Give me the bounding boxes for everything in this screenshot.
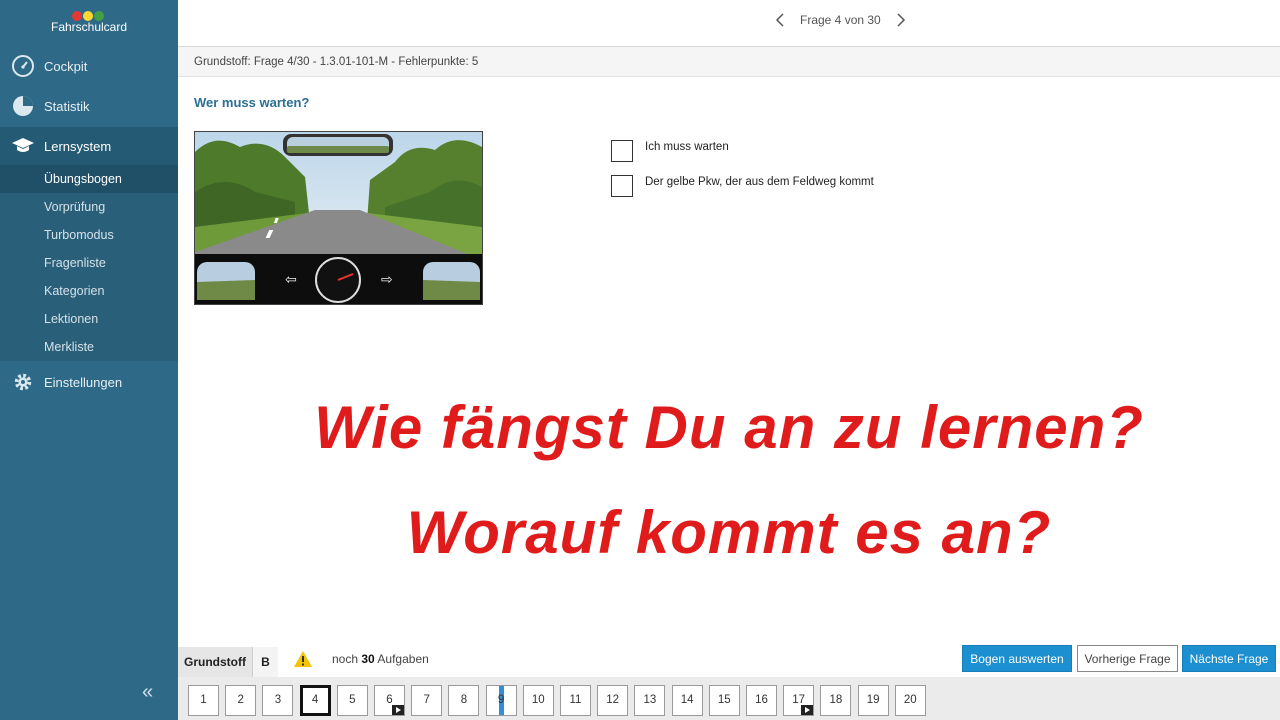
sidebar-subitem-lektionen[interactable]: Lektionen	[0, 305, 178, 333]
app-logo[interactable]: Fahrschulcard	[0, 0, 178, 46]
question-number-button[interactable]: 5	[336, 685, 368, 716]
remaining-prefix: noch	[332, 652, 359, 666]
question-number-button[interactable]: 17	[783, 685, 815, 716]
brand-name: Fahrschulcard	[50, 20, 128, 34]
answer-text-2: Der gelbe Pkw, der aus dem Feldweg kommt	[645, 176, 874, 188]
question-number-button[interactable]: 18	[820, 685, 852, 716]
sidebar-subitem-turbomodus[interactable]: Turbomodus	[0, 221, 178, 249]
sidebar-item-einstellungen[interactable]: Einstellungen	[0, 363, 178, 401]
question-info-bar: Grundstoff: Frage 4/30 - 1.3.01-101-M - …	[178, 47, 1280, 77]
sidebar-subitem-vorpruefung[interactable]: Vorprüfung	[0, 193, 178, 221]
answer-text-1: Ich muss warten	[645, 141, 729, 153]
sidebar-item-label: Statistik	[44, 98, 90, 114]
question-number-label: 16	[755, 694, 768, 706]
overlay-headline-2: Worauf kommt es an?	[406, 499, 1052, 566]
remaining-tasks: noch 30 Aufgaben	[332, 652, 429, 666]
question-number-label: 15	[717, 694, 731, 706]
question-number-button[interactable]: 20	[894, 685, 926, 716]
evaluate-sheet-button[interactable]: Bogen auswerten	[962, 645, 1072, 672]
question-number-label: 8	[460, 694, 468, 706]
sidebar-subitem-fragenliste[interactable]: Fragenliste	[0, 249, 178, 277]
question-number-button[interactable]: 11	[560, 685, 591, 716]
question-number-button[interactable]: 13	[634, 685, 666, 716]
pager-label: Frage 4 von 30	[800, 13, 881, 27]
question-info-text: Grundstoff: Frage 4/30 - 1.3.01-101-M - …	[194, 56, 479, 68]
video-play-icon	[392, 705, 404, 715]
question-number-label: 5	[349, 694, 356, 706]
remaining-suffix: Aufgaben	[377, 652, 429, 666]
sidebar-item-label: Lernsystem	[44, 138, 112, 154]
question-image: ⇦ ⇨	[194, 131, 483, 305]
sidebar-item-lernsystem[interactable]: Lernsystem	[0, 127, 178, 165]
answer-checkbox-1[interactable]	[611, 140, 633, 162]
double-chevron-left-icon[interactable]: «	[142, 681, 153, 704]
tab-class-b[interactable]: B	[253, 647, 278, 677]
sidebar-subitem-kategorien[interactable]: Kategorien	[0, 277, 178, 305]
question-number-bar: 1 2 3 4 5 6 7 8 9 10 11 12 13 14 15 16 17 18 19 20	[178, 677, 1280, 720]
question-number-label: 18	[829, 694, 843, 706]
answer-option-2: Der gelbe Pkw, der aus dem Feldweg kommt	[611, 175, 874, 197]
sidebar-item-cockpit[interactable]: Cockpit	[0, 47, 178, 85]
next-question-button[interactable]: Nächste Frage	[1182, 645, 1276, 672]
question-number-label: 4	[311, 694, 319, 706]
question-number-label: 1	[200, 694, 207, 706]
top-bar: Frage 4 von 30	[178, 0, 1280, 47]
question-number-button[interactable]: 9	[485, 685, 517, 716]
previous-question-button[interactable]: Vorherige Frage	[1077, 645, 1178, 672]
sidebar-item-statistik[interactable]: Statistik	[0, 87, 178, 125]
pie-chart-icon	[11, 94, 35, 118]
question-number-label: 10	[531, 694, 545, 706]
answer-option-1: Ich muss warten	[611, 140, 729, 162]
gauge-icon	[11, 54, 35, 78]
question-number-button[interactable]: 4	[299, 685, 331, 716]
gear-icon	[11, 370, 35, 394]
graduation-cap-icon	[11, 134, 35, 158]
sidebar-item-label: Cockpit	[44, 58, 88, 74]
question-number-button[interactable]: 7	[411, 685, 443, 716]
svg-text:⇨: ⇨	[381, 272, 393, 288]
remaining-count: 30	[361, 652, 375, 666]
question-number-label: 12	[606, 694, 620, 706]
question-number-button[interactable]: 3	[262, 685, 294, 716]
question-pager: Frage 4 von 30	[768, 11, 913, 29]
question-number-label: 19	[866, 694, 880, 706]
question-number-label: 13	[643, 694, 657, 706]
answer-checkbox-2[interactable]	[611, 175, 633, 197]
question-number-button[interactable]: 1	[188, 685, 219, 716]
chevron-left-icon[interactable]	[768, 11, 792, 29]
question-number-button[interactable]: 16	[746, 685, 777, 716]
question-title: Wer muss warten?	[194, 95, 310, 110]
question-number-label: 7	[423, 694, 430, 706]
svg-text:⇦: ⇦	[285, 272, 297, 288]
question-number-button[interactable]: 14	[671, 685, 703, 716]
question-number-label: 14	[680, 694, 694, 706]
bottom-toolbar: Grundstoff B noch 30 Aufgaben Bogen ausw…	[178, 643, 1280, 677]
question-number-button[interactable]: 8	[448, 685, 480, 716]
question-number-button[interactable]: 15	[708, 685, 740, 716]
question-number-button[interactable]: 12	[597, 685, 629, 716]
sidebar-subitem-merkliste[interactable]: Merkliste	[0, 333, 178, 361]
question-number-button[interactable]: 2	[225, 685, 257, 716]
warning-icon	[293, 650, 313, 673]
overlay-headline-1: Wie fängst Du an zu lernen?	[314, 394, 1144, 461]
question-number-label: 2	[237, 694, 244, 706]
chevron-right-icon[interactable]	[889, 11, 913, 29]
tab-grundstoff[interactable]: Grundstoff	[178, 647, 253, 677]
question-number-label: 3	[274, 694, 282, 706]
sidebar: Fahrschulcard Cockpit Statistik Lernsyst…	[0, 0, 178, 720]
question-number-label: 20	[903, 694, 917, 706]
question-number-label: 11	[569, 694, 582, 706]
sidebar-subitem-uebungsbogen[interactable]: Übungsbogen	[0, 165, 178, 193]
sidebar-item-label: Einstellungen	[44, 374, 123, 390]
sidebar-subnav: Übungsbogen Vorprüfung Turbomodus Fragen…	[0, 165, 178, 361]
question-number-button[interactable]: 6	[374, 685, 405, 716]
question-number-button[interactable]: 19	[857, 685, 889, 716]
video-play-icon	[801, 705, 814, 715]
question-number-button[interactable]: 10	[522, 685, 554, 716]
question-number-label: 9	[497, 694, 505, 706]
